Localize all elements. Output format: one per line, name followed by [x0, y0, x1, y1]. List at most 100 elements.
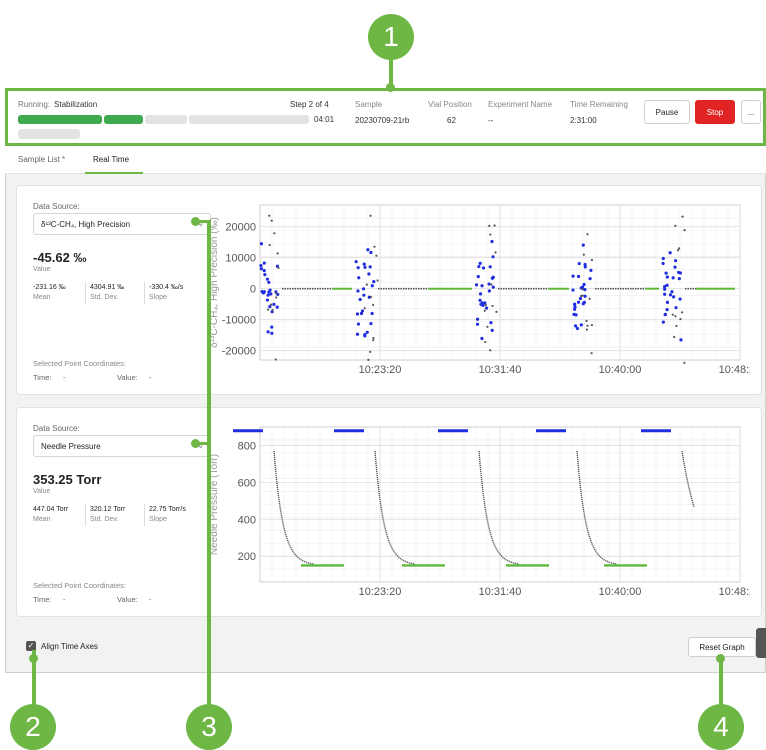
isotope-point	[270, 331, 274, 335]
y-tick-label: 10000	[225, 253, 256, 265]
isotope-point	[489, 320, 493, 325]
isotope-point	[590, 258, 594, 262]
stat-divider	[85, 282, 86, 304]
x-tick-label: 10:23:20	[359, 586, 402, 598]
isotope-point	[679, 338, 683, 342]
callout-4-line	[719, 657, 723, 711]
run-status-bar: Running: Stabilization Step 2 of 4 04:01 …	[5, 88, 766, 146]
isotope-point	[375, 254, 378, 257]
isotope-point	[372, 339, 375, 342]
isotope-point	[665, 283, 669, 287]
isotope-point	[488, 224, 491, 227]
isotope-point	[276, 252, 279, 255]
progress-segment-3	[145, 115, 187, 124]
isotope-point	[581, 243, 585, 247]
isotope-point	[475, 317, 480, 321]
isotope-point	[571, 288, 575, 292]
align-time-axes-control[interactable]: ✓ Align Time Axes	[26, 641, 98, 651]
isotope-point	[266, 308, 270, 311]
isotope-point	[661, 320, 665, 324]
isotope-point	[358, 297, 362, 302]
std-value: 320.12 Torr	[90, 506, 126, 513]
mean-value: -231.16 ‰	[33, 284, 66, 291]
isotope-point	[576, 300, 581, 304]
pressure-chart[interactable]: 200 400 600 800 10:23:20 10:31:40 10:40:00 10:4…	[205, 417, 750, 607]
isotope-point	[478, 292, 483, 296]
vial-value: 62	[447, 116, 456, 125]
isotope-point	[361, 287, 366, 291]
isotope-point	[270, 325, 274, 329]
isotope-point	[376, 279, 379, 282]
isotope-point	[270, 219, 273, 222]
more-options-button[interactable]: ...	[741, 100, 761, 124]
x-tick-label: 10:31:40	[479, 586, 522, 598]
side-panel-tab[interactable]	[756, 628, 766, 658]
isotope-point	[275, 296, 278, 299]
isotope-point	[589, 268, 593, 272]
time-remaining-value: 2:31:00	[570, 116, 597, 125]
isotope-point	[486, 325, 489, 328]
data-source-select[interactable]: Needle Pressure ⇕	[33, 435, 211, 457]
tab-sample-list[interactable]: Sample List *	[18, 155, 65, 164]
isotope-point	[674, 315, 677, 318]
tab-real-time[interactable]: Real Time	[93, 155, 129, 164]
isotope-point	[275, 305, 279, 309]
isotope-point	[272, 302, 276, 306]
isotope-point	[487, 282, 491, 286]
x-tick-label: 10:31:40	[479, 364, 522, 376]
slope-label: Slope	[149, 294, 167, 301]
isotope-point	[368, 265, 372, 269]
isotope-point	[363, 307, 366, 310]
step-time: 04:01	[314, 115, 335, 124]
isotope-point	[683, 361, 686, 364]
isotope-point	[664, 271, 668, 275]
isotope-point	[493, 224, 496, 227]
isotope-point	[683, 229, 686, 232]
isotope-point	[363, 265, 367, 269]
isotope-chart[interactable]: -20000 -10000 0 10000 20000 10:23:20 10:31:40 1…	[205, 195, 750, 385]
selected-time-value: -	[63, 595, 66, 604]
data-source-label: Data Source:	[33, 202, 80, 211]
selected-time-label: Time:	[33, 595, 52, 604]
isotope-point	[585, 319, 588, 322]
isotope-point	[679, 317, 682, 321]
active-tab-indicator	[85, 172, 143, 174]
std-value: 4304.91 ‰	[90, 284, 125, 291]
isotope-point	[588, 277, 592, 281]
isotope-point	[495, 310, 498, 313]
isotope-point	[671, 276, 675, 280]
std-label: Std. Dev.	[90, 294, 119, 301]
isotope-point	[489, 233, 492, 236]
isotope-point	[670, 290, 674, 294]
isotope-point	[369, 214, 372, 217]
isotope-point	[479, 302, 483, 306]
time-remaining-header: Time Remaining	[570, 100, 628, 109]
data-source-select[interactable]: δ¹³C-CH₄, High Precision ⇕	[33, 213, 211, 235]
isotope-point	[578, 296, 583, 301]
callout-2-dot	[29, 654, 38, 663]
align-time-axes-label: Align Time Axes	[41, 641, 98, 651]
isotope-point	[668, 251, 672, 255]
isotope-point	[661, 256, 665, 261]
isotope-point	[275, 292, 278, 295]
isotope-point	[480, 336, 484, 341]
data-source-value: Needle Pressure	[41, 441, 101, 451]
stop-button[interactable]: Stop	[695, 100, 735, 124]
isotope-point	[372, 279, 376, 284]
stat-divider	[144, 504, 145, 526]
isotope-point	[367, 272, 371, 276]
isotope-point	[362, 262, 366, 266]
isotope-point	[582, 253, 585, 256]
isotope-point	[484, 340, 487, 344]
isotope-point	[583, 294, 587, 298]
sample-header: Sample	[355, 100, 383, 109]
selected-time-label: Time:	[33, 373, 52, 382]
current-value: -45.62 ‰	[33, 250, 87, 265]
isotope-point	[268, 243, 271, 247]
running-label: Running: Stabilization	[18, 100, 97, 109]
pause-button[interactable]: Pause	[644, 100, 690, 124]
selected-point-header: Selected Point Coordinates:	[33, 359, 126, 368]
isotope-point	[356, 289, 360, 293]
data-source-label: Data Source:	[33, 424, 80, 433]
isotope-point	[575, 326, 580, 331]
